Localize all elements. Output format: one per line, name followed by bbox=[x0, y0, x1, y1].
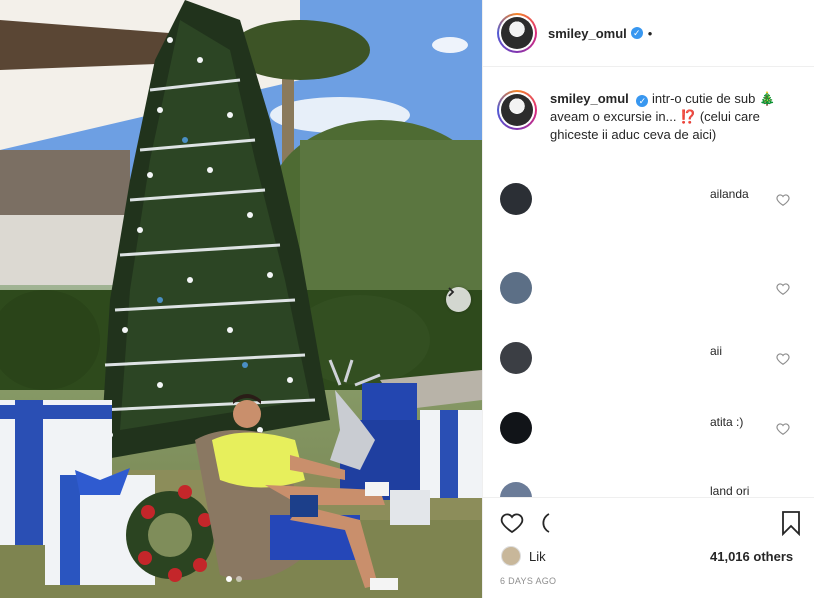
caption-line-2: aveam o excursie in... ⁉️ (celui care bbox=[550, 109, 760, 124]
verified-badge-icon: ✓ bbox=[636, 95, 649, 107]
header-separator: • bbox=[647, 25, 653, 41]
comment-text: ailanda bbox=[710, 187, 749, 201]
caption-line-1: intr-o cutie de sub bbox=[652, 91, 756, 106]
post-caption: smiley_omul ✓ intr-o cutie de sub 🎄 avea… bbox=[497, 90, 807, 144]
comment-bubble-icon[interactable] bbox=[537, 511, 551, 535]
carousel-dot-active bbox=[226, 576, 232, 582]
comment-item: land ori bbox=[500, 482, 796, 497]
small-heart-icon[interactable] bbox=[776, 352, 790, 366]
post-header: smiley_omul ✓ • bbox=[483, 0, 814, 67]
comment-item: ailanda bbox=[500, 183, 796, 217]
likes-summary: Lik 41,016 others bbox=[501, 546, 801, 566]
author-avatar[interactable] bbox=[497, 13, 537, 53]
comment-avatar[interactable] bbox=[500, 482, 532, 497]
author-username[interactable]: smiley_omul bbox=[548, 26, 627, 41]
comment-item: atita :) bbox=[500, 412, 796, 446]
comment-avatar[interactable] bbox=[500, 272, 532, 304]
likes-label: Lik bbox=[529, 549, 546, 564]
likes-count[interactable]: 41,016 others bbox=[710, 549, 793, 564]
christmas-tree-emoji: 🎄 bbox=[758, 91, 776, 106]
carousel-dot bbox=[236, 576, 242, 582]
comment-text: aii bbox=[710, 344, 723, 358]
comment-avatar[interactable] bbox=[500, 412, 532, 444]
bookmark-icon[interactable] bbox=[780, 510, 802, 536]
caption-line-3: ghiceste ii aduc ceva de aici) bbox=[550, 127, 717, 142]
post-photo[interactable] bbox=[0, 0, 482, 598]
comment-avatar[interactable] bbox=[500, 183, 532, 215]
caption-author-avatar[interactable] bbox=[497, 90, 537, 130]
liker-avatar[interactable] bbox=[501, 546, 521, 566]
photo-scene bbox=[0, 0, 482, 598]
chevron-right-icon bbox=[448, 287, 455, 297]
post-actions: Lik 41,016 others 6 DAYS AGO bbox=[483, 497, 814, 598]
comment-text: atita :) bbox=[710, 415, 744, 429]
small-heart-icon[interactable] bbox=[776, 422, 790, 436]
small-heart-icon[interactable] bbox=[776, 193, 790, 207]
next-slide-button[interactable] bbox=[446, 287, 471, 312]
small-heart-icon[interactable] bbox=[776, 282, 790, 296]
comment-item bbox=[500, 272, 796, 306]
heart-outline-icon[interactable] bbox=[499, 511, 525, 535]
comment-avatar[interactable] bbox=[500, 342, 532, 374]
verified-badge-icon: ✓ bbox=[630, 27, 643, 39]
comment-item: aii bbox=[500, 342, 796, 376]
caption-username[interactable]: smiley_omul bbox=[550, 91, 629, 106]
carousel-indicator bbox=[226, 576, 242, 582]
post-timestamp[interactable]: 6 DAYS AGO bbox=[500, 576, 556, 586]
comment-text: land ori bbox=[710, 484, 750, 497]
post-sidebar: smiley_omul ✓ • smiley_omul ✓ intr-o cut… bbox=[482, 0, 814, 598]
